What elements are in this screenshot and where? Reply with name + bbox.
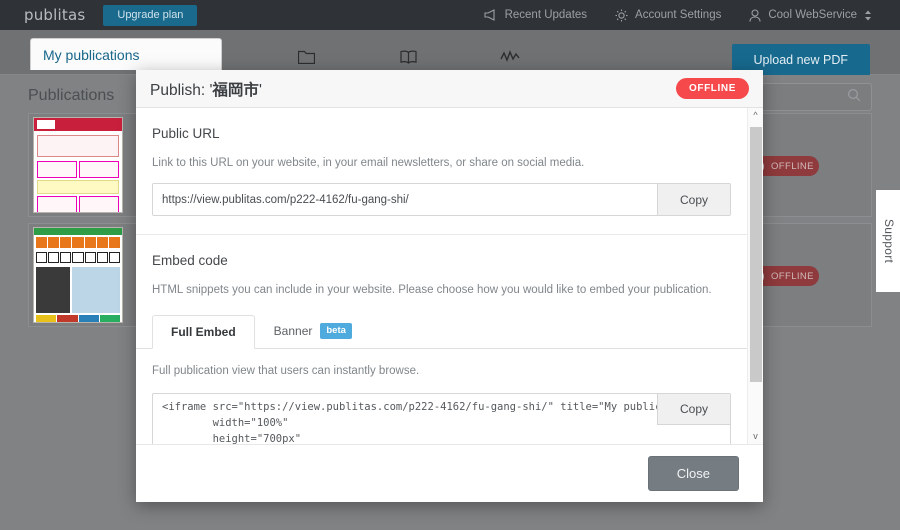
copy-url-button[interactable]: Copy: [657, 184, 730, 216]
nav-recent-updates[interactable]: Recent Updates: [470, 9, 601, 21]
embed-tabs: Full Embed Banner beta: [136, 312, 747, 349]
tab-my-publications[interactable]: My publications: [30, 38, 222, 70]
status-badge: OFFLINE: [771, 270, 814, 282]
modal-footer: Close: [136, 445, 763, 502]
modal-scroll-content: Public URL Link to this URL on your webs…: [136, 108, 747, 444]
scroll-up-arrow-icon[interactable]: ^: [753, 108, 757, 123]
modal-header: Publish: '福岡市' OFFLINE: [136, 70, 763, 108]
beta-badge: beta: [320, 323, 352, 339]
embed-code-text[interactable]: <iframe src="https://view.publitas.com/p…: [153, 394, 730, 444]
megaphone-icon: [484, 9, 498, 21]
embed-code-block: <iframe src="https://view.publitas.com/p…: [152, 392, 731, 444]
publications-heading: Publications: [28, 87, 115, 104]
modal-vscroll-thumb[interactable]: [749, 127, 762, 382]
tab-banner[interactable]: Banner beta: [255, 313, 371, 348]
app-root: publitas Upgrade plan Recent Updates Acc…: [0, 0, 900, 530]
search-icon: [847, 88, 861, 107]
nav-user-label: Cool WebService: [768, 9, 857, 21]
modal-body: Public URL Link to this URL on your webs…: [136, 108, 763, 445]
scroll-down-arrow-icon[interactable]: v: [753, 429, 758, 444]
tab-banner-label: Banner: [273, 323, 313, 338]
copy-embed-code-button[interactable]: Copy: [657, 393, 730, 425]
tab-full-embed[interactable]: Full Embed: [152, 314, 255, 349]
modal-title: Publish: '福岡市': [150, 78, 262, 100]
public-url-heading: Public URL: [152, 126, 220, 141]
embed-tab-description: Full publication view that users can ins…: [152, 364, 420, 377]
modal-title-suffix: ': [258, 81, 262, 99]
publitas-logo: publitas: [24, 6, 86, 24]
tab-my-publications-label: My publications: [43, 46, 140, 63]
support-tab[interactable]: Support: [876, 190, 900, 292]
modal-title-name: 福岡市: [212, 81, 259, 99]
section-divider: [136, 234, 747, 236]
modal-title-prefix: Publish: ': [150, 81, 213, 99]
top-nav-items: Recent Updates Account Settings Cool Web…: [470, 8, 886, 22]
publication-thumbnail: [33, 117, 123, 213]
support-tab-label: Support: [882, 218, 896, 264]
upgrade-plan-button[interactable]: Upgrade plan: [103, 4, 198, 26]
publish-modal: Publish: '福岡市' OFFLINE Public URL Link t…: [136, 70, 763, 502]
nav-account-settings-label: Account Settings: [635, 9, 722, 21]
nav-user-menu[interactable]: Cool WebService: [735, 8, 886, 22]
modal-vertical-scrollbar[interactable]: ^ v: [747, 108, 763, 444]
nav-account-settings[interactable]: Account Settings: [601, 9, 735, 22]
modal-status-badge: OFFLINE: [676, 78, 749, 99]
public-url-input-row: Copy: [152, 183, 731, 217]
public-url-input[interactable]: [153, 184, 657, 216]
top-navigation-bar: publitas Upgrade plan Recent Updates Acc…: [0, 0, 900, 30]
embed-code-heading: Embed code: [152, 253, 228, 269]
embed-code-description: HTML snippets you can include in your we…: [152, 284, 712, 297]
chevron-updown-icon: [864, 10, 872, 21]
close-button[interactable]: Close: [647, 456, 739, 491]
nav-recent-updates-label: Recent Updates: [504, 9, 588, 21]
modal-vscroll-track[interactable]: [749, 123, 762, 429]
status-badge: OFFLINE: [771, 160, 814, 172]
user-icon: [749, 8, 761, 22]
publication-thumbnail: [33, 227, 123, 323]
public-url-description: Link to this URL on your website, in you…: [152, 157, 585, 169]
gear-icon: [615, 9, 628, 22]
tab-full-embed-label: Full Embed: [171, 324, 236, 339]
